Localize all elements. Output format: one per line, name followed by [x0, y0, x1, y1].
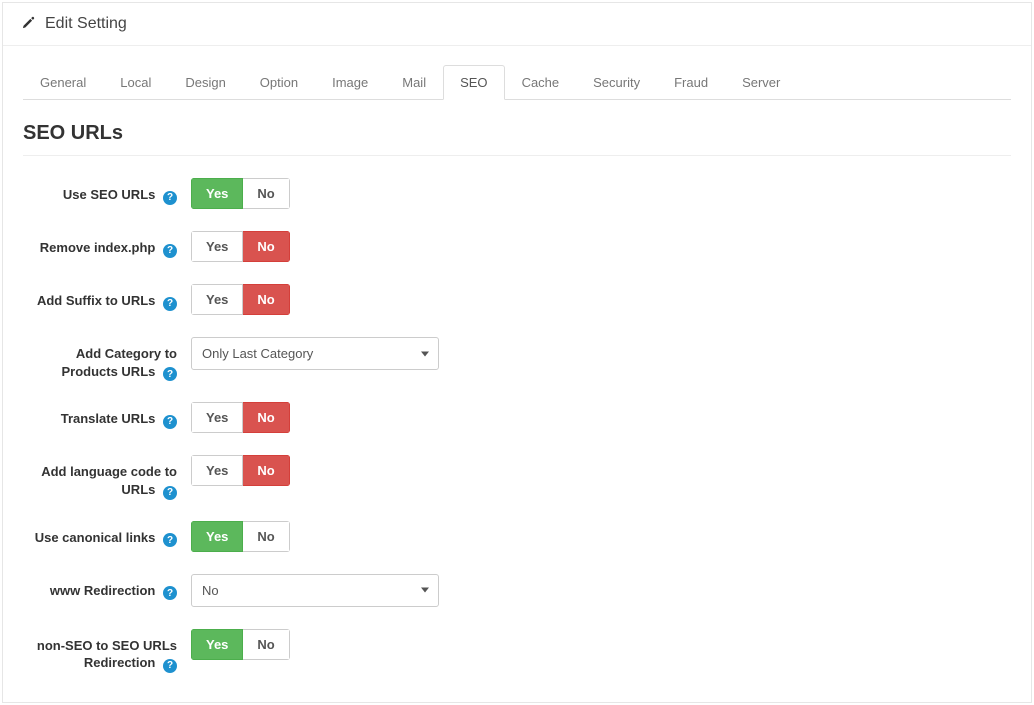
toggle-yes[interactable]: Yes	[191, 231, 243, 262]
select-www-redirection[interactable]: No	[191, 574, 439, 607]
tab-security[interactable]: Security	[576, 65, 657, 100]
tabs: General Local Design Option Image Mail S…	[23, 64, 1011, 100]
tab-fraud[interactable]: Fraud	[657, 65, 725, 100]
tab-seo[interactable]: SEO	[443, 65, 504, 100]
tab-local[interactable]: Local	[103, 65, 168, 100]
section-title: SEO URLs	[23, 122, 1011, 145]
select-www-redirection-input[interactable]: No	[191, 574, 439, 607]
help-icon[interactable]: ?	[163, 533, 177, 547]
tab-mail[interactable]: Mail	[385, 65, 443, 100]
toggle-yes[interactable]: Yes	[191, 402, 243, 433]
pencil-icon	[21, 16, 35, 33]
label-translate-urls: Translate URLs ?	[23, 402, 191, 428]
tab-server[interactable]: Server	[725, 65, 797, 100]
tab-design[interactable]: Design	[168, 65, 242, 100]
toggle-no[interactable]: No	[243, 455, 289, 486]
toggle-no[interactable]: No	[243, 284, 289, 315]
section-divider	[23, 155, 1011, 156]
toggle-yes[interactable]: Yes	[191, 521, 243, 552]
help-icon[interactable]: ?	[163, 297, 177, 311]
tab-image[interactable]: Image	[315, 65, 385, 100]
label-remove-index-php: Remove index.php ?	[23, 231, 191, 257]
label-use-canonical: Use canonical links ?	[23, 521, 191, 547]
toggle-translate-urls: Yes No	[191, 402, 290, 433]
help-icon[interactable]: ?	[163, 586, 177, 600]
toggle-yes[interactable]: Yes	[191, 178, 243, 209]
label-use-seo-urls: Use SEO URLs ?	[23, 178, 191, 204]
label-add-lang-code: Add language code to URLs ?	[23, 455, 191, 498]
toggle-yes[interactable]: Yes	[191, 284, 243, 315]
label-add-suffix: Add Suffix to URLs ?	[23, 284, 191, 310]
select-add-category[interactable]: Only Last Category	[191, 337, 439, 370]
help-icon[interactable]: ?	[163, 244, 177, 258]
help-icon[interactable]: ?	[163, 659, 177, 673]
select-add-category-input[interactable]: Only Last Category	[191, 337, 439, 370]
toggle-nonseo-redirect: Yes No	[191, 629, 290, 660]
label-www-redirection: www Redirection ?	[23, 574, 191, 600]
toggle-no[interactable]: No	[243, 178, 289, 209]
toggle-remove-index-php: Yes No	[191, 231, 290, 262]
toggle-add-lang-code: Yes No	[191, 455, 290, 486]
label-add-category: Add Category to Products URLs ?	[23, 337, 191, 380]
toggle-add-suffix: Yes No	[191, 284, 290, 315]
tab-cache[interactable]: Cache	[505, 65, 577, 100]
help-icon[interactable]: ?	[163, 191, 177, 205]
toggle-yes[interactable]: Yes	[191, 629, 243, 660]
toggle-yes[interactable]: Yes	[191, 455, 243, 486]
tab-option[interactable]: Option	[243, 65, 315, 100]
toggle-no[interactable]: No	[243, 402, 289, 433]
toggle-use-canonical: Yes No	[191, 521, 290, 552]
help-icon[interactable]: ?	[163, 415, 177, 429]
panel-header: Edit Setting	[3, 3, 1031, 46]
toggle-no[interactable]: No	[243, 629, 289, 660]
help-icon[interactable]: ?	[163, 367, 177, 381]
toggle-no[interactable]: No	[243, 231, 289, 262]
help-icon[interactable]: ?	[163, 486, 177, 500]
tab-general[interactable]: General	[23, 65, 103, 100]
toggle-use-seo-urls: Yes No	[191, 178, 290, 209]
label-nonseo-redirect: non-SEO to SEO URLs Redirection ?	[23, 629, 191, 672]
toggle-no[interactable]: No	[243, 521, 289, 552]
page-title: Edit Setting	[45, 15, 127, 33]
